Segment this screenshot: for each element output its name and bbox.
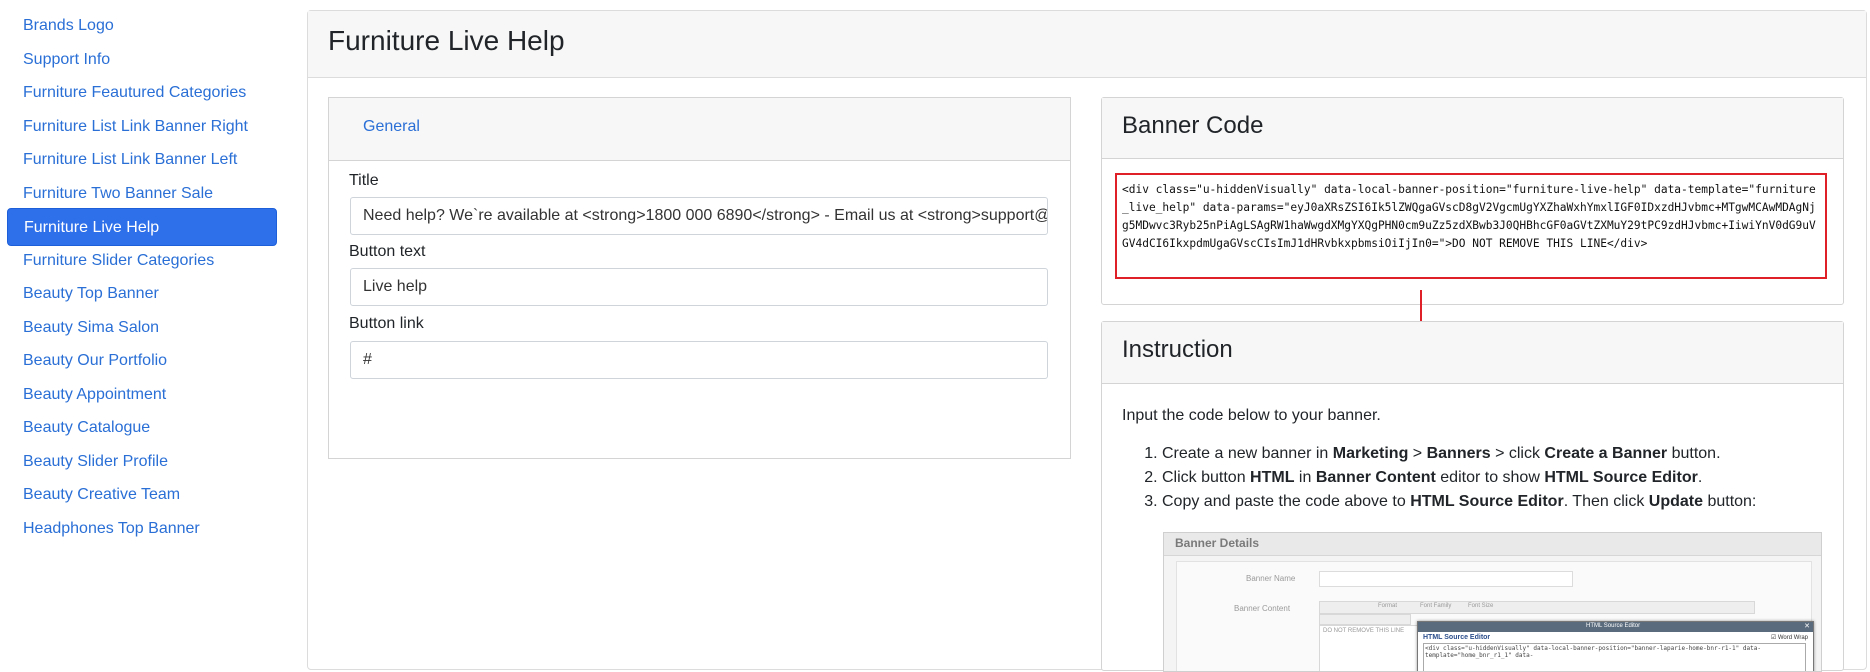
sidebar-item-beauty-sima-salon[interactable]: Beauty Sima Salon: [7, 309, 277, 347]
screenshot-banner-name-label: Banner Name: [1246, 574, 1296, 583]
banner-code-snippet[interactable]: <div class="u-hiddenVisually" data-local…: [1115, 173, 1827, 279]
step-text: button:: [1703, 493, 1757, 510]
screenshot-editor-note: DO NOT REMOVE THIS LINE: [1323, 628, 1405, 634]
title-label: Title: [349, 172, 379, 189]
screenshot-word-wrap: ☑ Word Wrap: [1770, 635, 1808, 641]
sidebar-item-support-info[interactable]: Support Info: [7, 41, 277, 79]
step-bold: Marketing: [1332, 445, 1409, 462]
screenshot-toolbar-font-family: Font Family: [1420, 603, 1452, 609]
instruction-header: Instruction: [1102, 322, 1843, 384]
title-input[interactable]: Need help? We`re available at <strong>18…: [350, 197, 1048, 235]
step-bold: Banners: [1426, 445, 1491, 462]
instruction-step-3: Copy and paste the code above to HTML So…: [1162, 490, 1756, 514]
page-title: Furniture Live Help: [328, 25, 565, 56]
screenshot-title: Banner Details: [1175, 536, 1260, 550]
step-text: editor to show: [1435, 469, 1545, 486]
step-text: .: [1697, 469, 1703, 486]
banner-code-panel: Banner Code <div class="u-hiddenVisually…: [1101, 97, 1844, 305]
sidebar-item-beauty-catalogue[interactable]: Beauty Catalogue: [7, 409, 277, 447]
screenshot-toolbar-font-size: Font Size: [1468, 603, 1494, 609]
screenshot-editor-toolbar-2: [1319, 614, 1411, 625]
form-tabs: General: [329, 98, 1070, 161]
step-bold: HTML Source Editor: [1410, 493, 1564, 510]
sidebar: Brands Logo Support Info Furniture Feautur…: [0, 0, 287, 659]
screenshot-dialog-bar-title: HTML Source Editor: [1586, 623, 1641, 629]
button-text-input[interactable]: Live help: [350, 268, 1048, 306]
sidebar-item-furniture-list-link-banner-right[interactable]: Furniture List Link Banner Right: [7, 108, 277, 146]
button-link-label: Button link: [349, 315, 424, 332]
banner-code-header: Banner Code: [1102, 98, 1843, 159]
screenshot-form: Banner Name Banner Content Format Font F…: [1176, 561, 1814, 671]
step-text: > click: [1490, 445, 1545, 462]
button-link-input[interactable]: #: [350, 341, 1048, 379]
settings-form-panel: General Title Need help? We`re available…: [328, 97, 1071, 459]
sidebar-item-beauty-slider-profile[interactable]: Beauty Slider Profile: [7, 443, 277, 481]
screenshot-banner-content-label: Banner Content: [1234, 604, 1291, 613]
instruction-step-1: Create a new banner in Marketing > Banne…: [1162, 442, 1756, 466]
screenshot-toolbar-format: Format: [1378, 603, 1398, 609]
screenshot-word-wrap-label: Word Wrap: [1777, 635, 1808, 641]
step-text: Create a new banner in: [1162, 445, 1333, 462]
step-bold: HTML: [1250, 469, 1295, 486]
sidebar-item-furniture-list-link-banner-left[interactable]: Furniture List Link Banner Left: [7, 141, 277, 179]
sidebar-item-headphones-top-banner[interactable]: Headphones Top Banner: [7, 510, 277, 548]
step-bold: Create a Banner: [1544, 445, 1668, 462]
step-bold: HTML Source Editor: [1544, 469, 1698, 486]
instruction-step-2: Click button HTML in Banner Content edit…: [1162, 466, 1756, 490]
step-text: Copy and paste the code above to: [1162, 493, 1411, 510]
step-text: in: [1294, 469, 1316, 486]
tab-general[interactable]: General: [363, 118, 420, 136]
sidebar-item-beauty-creative-team[interactable]: Beauty Creative Team: [7, 476, 277, 514]
button-text-label: Button text: [349, 243, 426, 260]
page-header: Furniture Live Help: [308, 11, 1866, 78]
screenshot-dialog-heading: HTML Source Editor: [1423, 634, 1491, 641]
screenshot-source-text: <div class="u-hiddenVisually" data-local…: [1423, 643, 1806, 671]
close-icon: ✕: [1804, 623, 1810, 630]
sidebar-item-beauty-our-portfolio[interactable]: Beauty Our Portfolio: [7, 342, 277, 380]
screenshot-html-source-dialog: HTML Source Editor ✕ HTML Source Editor …: [1417, 621, 1814, 671]
sidebar-item-furniture-two-banner-sale[interactable]: Furniture Two Banner Sale: [7, 175, 277, 213]
sidebar-item-furniture-slider-categories[interactable]: Furniture Slider Categories: [7, 242, 277, 280]
instruction-heading: Instruction: [1122, 336, 1233, 363]
screenshot-editor-toolbar: Format Font Family Font Size: [1319, 601, 1755, 614]
sidebar-item-beauty-top-banner[interactable]: Beauty Top Banner: [7, 275, 277, 313]
screenshot-header: Banner Details: [1164, 533, 1821, 556]
step-text: >: [1408, 445, 1427, 462]
step-bold: Banner Content: [1315, 469, 1436, 486]
sidebar-item-brands-logo[interactable]: Brands Logo: [7, 7, 277, 45]
instruction-intro: Input the code below to your banner.: [1122, 407, 1381, 424]
step-text: Click button: [1162, 469, 1251, 486]
banner-code-heading: Banner Code: [1122, 112, 1264, 139]
step-text: button.: [1667, 445, 1721, 462]
screenshot-dialog-bar: HTML Source Editor ✕: [1418, 622, 1813, 632]
step-text: . Then click: [1563, 493, 1649, 510]
sidebar-item-beauty-appointment[interactable]: Beauty Appointment: [7, 376, 277, 414]
instruction-steps: Create a new banner in Marketing > Banne…: [1122, 442, 1756, 514]
step-bold: Update: [1648, 493, 1703, 510]
sidebar-item-furniture-feautured-categories[interactable]: Furniture Feautured Categories: [7, 74, 277, 112]
screenshot-banner-name-field: [1319, 571, 1573, 587]
sidebar-item-furniture-live-help[interactable]: Furniture Live Help: [7, 208, 277, 246]
instruction-screenshot: Banner Details Banner Name Banner Conten…: [1163, 532, 1822, 672]
